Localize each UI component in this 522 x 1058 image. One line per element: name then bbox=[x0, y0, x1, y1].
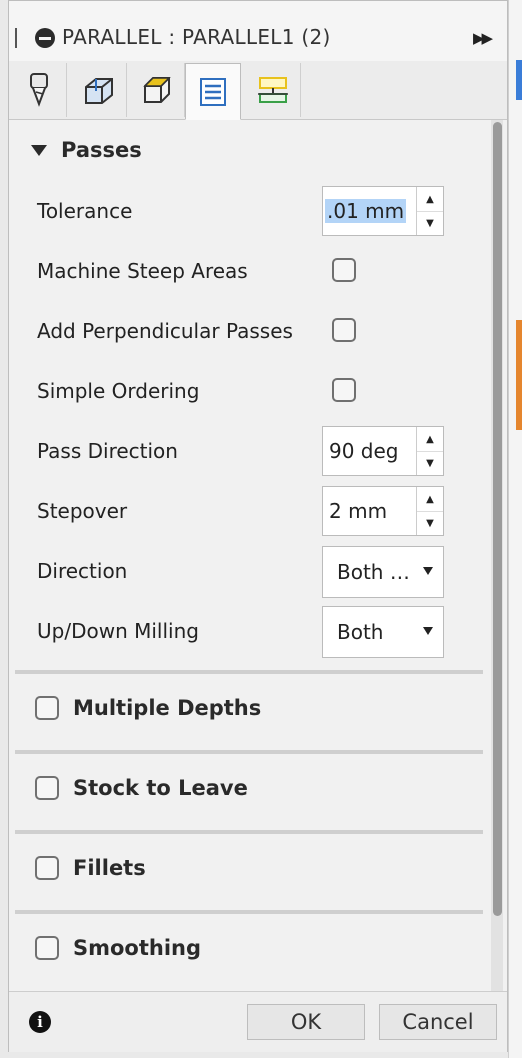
add-perpendicular-label: Add Perpendicular Passes bbox=[37, 319, 293, 343]
section-divider bbox=[15, 830, 483, 834]
geometry-icon bbox=[84, 78, 113, 104]
direction-value: Both ways bbox=[337, 560, 425, 584]
stepover-stepper: ▲ ▼ bbox=[416, 487, 443, 535]
tool-icon bbox=[29, 73, 48, 107]
tab-linking[interactable] bbox=[245, 63, 301, 117]
multiple-depths-label: Multiple Depths bbox=[73, 696, 262, 720]
pass-direction-label: Pass Direction bbox=[37, 439, 178, 463]
increment-arrow-icon[interactable]: ▲ bbox=[417, 427, 443, 452]
operation-tabs bbox=[9, 61, 507, 120]
tolerance-input[interactable]: .01 mm bbox=[325, 199, 407, 223]
tolerance-stepper: ▲ ▼ bbox=[416, 187, 443, 235]
updown-milling-row: Up/Down Milling Both bbox=[37, 606, 457, 658]
tolerance-label: Tolerance bbox=[37, 199, 133, 223]
heights-icon bbox=[142, 77, 171, 103]
collapse-triangle-icon[interactable] bbox=[31, 144, 47, 156]
direction-row: Direction Both ways bbox=[37, 546, 457, 598]
pass-direction-input[interactable]: 90 deg bbox=[329, 439, 399, 463]
pass-direction-row: Pass Direction 90 deg ▲ ▼ bbox=[37, 426, 457, 476]
stepover-spinbox[interactable]: 2 mm ▲ ▼ bbox=[322, 486, 444, 536]
increment-arrow-icon[interactable]: ▲ bbox=[417, 187, 443, 212]
stepover-label: Stepover bbox=[37, 499, 128, 523]
direction-label: Direction bbox=[37, 559, 128, 583]
smoothing-label: Smoothing bbox=[73, 936, 202, 960]
updown-milling-value: Both bbox=[337, 620, 384, 644]
tab-tool[interactable] bbox=[11, 63, 67, 117]
section-divider bbox=[15, 750, 483, 754]
dialog-title: PARALLEL : PARALLEL1 (2) bbox=[62, 25, 331, 49]
decrement-arrow-icon[interactable]: ▼ bbox=[417, 211, 443, 235]
multiple-depths-group[interactable]: Multiple Depths bbox=[35, 696, 261, 720]
increment-arrow-icon[interactable]: ▲ bbox=[417, 487, 443, 512]
background-accent-blue bbox=[516, 60, 522, 100]
pass-direction-spinbox[interactable]: 90 deg ▲ ▼ bbox=[322, 426, 444, 476]
dialog-footer: i OK Cancel bbox=[9, 991, 507, 1052]
fillets-label: Fillets bbox=[73, 856, 146, 880]
direction-select[interactable]: Both ways bbox=[322, 546, 444, 598]
add-perpendicular-checkbox[interactable] bbox=[332, 318, 356, 342]
parallel-dialog: PARALLEL : PARALLEL1 (2) ▶▶ Passes Toler… bbox=[8, 0, 508, 1052]
passes-icon bbox=[200, 77, 226, 106]
background-window-edge bbox=[508, 0, 522, 1058]
pass-direction-stepper: ▲ ▼ bbox=[416, 427, 443, 475]
passes-section-header[interactable]: Passes bbox=[29, 138, 142, 162]
section-divider bbox=[15, 910, 483, 914]
simple-ordering-checkbox[interactable] bbox=[332, 378, 356, 402]
fillets-checkbox[interactable] bbox=[35, 856, 59, 880]
stop-icon bbox=[35, 28, 55, 48]
dropdown-arrow-icon bbox=[423, 627, 433, 635]
tab-heights[interactable] bbox=[129, 63, 185, 117]
machine-steep-row: Machine Steep Areas bbox=[37, 246, 457, 296]
tolerance-spinbox[interactable]: .01 mm ▲ ▼ bbox=[322, 186, 444, 236]
section-divider bbox=[15, 670, 483, 674]
dropdown-arrow-icon bbox=[423, 567, 433, 575]
background-accent-orange bbox=[516, 320, 522, 430]
tab-geometry[interactable] bbox=[71, 63, 127, 117]
scrollbar-thumb[interactable] bbox=[493, 122, 502, 916]
ok-button[interactable]: OK bbox=[247, 1004, 365, 1040]
simple-ordering-label: Simple Ordering bbox=[37, 379, 200, 403]
updown-milling-select[interactable]: Both bbox=[322, 606, 444, 658]
drag-grip-icon[interactable] bbox=[15, 28, 17, 48]
stock-to-leave-label: Stock to Leave bbox=[73, 776, 248, 800]
tolerance-row: Tolerance .01 mm ▲ ▼ bbox=[37, 186, 457, 236]
dialog-titlebar[interactable]: PARALLEL : PARALLEL1 (2) ▶▶ bbox=[9, 1, 507, 62]
stock-to-leave-group[interactable]: Stock to Leave bbox=[35, 776, 248, 800]
passes-header-label: Passes bbox=[61, 138, 142, 162]
decrement-arrow-icon[interactable]: ▼ bbox=[417, 451, 443, 475]
parameters-panel[interactable]: Passes Tolerance .01 mm ▲ ▼ Machine Stee… bbox=[9, 120, 507, 991]
tab-passes[interactable] bbox=[185, 63, 241, 120]
simple-ordering-row: Simple Ordering bbox=[37, 366, 457, 416]
multiple-depths-checkbox[interactable] bbox=[35, 696, 59, 720]
machine-steep-label: Machine Steep Areas bbox=[37, 259, 248, 283]
cancel-button[interactable]: Cancel bbox=[379, 1004, 497, 1040]
smoothing-group[interactable]: Smoothing bbox=[35, 936, 201, 960]
expand-icon[interactable]: ▶▶ bbox=[473, 27, 499, 49]
fillets-group[interactable]: Fillets bbox=[35, 856, 146, 880]
stock-to-leave-checkbox[interactable] bbox=[35, 776, 59, 800]
machine-steep-checkbox[interactable] bbox=[332, 258, 356, 282]
stepover-row: Stepover 2 mm ▲ ▼ bbox=[37, 486, 457, 536]
smoothing-checkbox[interactable] bbox=[35, 936, 59, 960]
info-icon[interactable]: i bbox=[29, 1011, 51, 1033]
updown-milling-label: Up/Down Milling bbox=[37, 619, 199, 643]
stepover-input[interactable]: 2 mm bbox=[329, 499, 387, 523]
add-perpendicular-row: Add Perpendicular Passes bbox=[37, 306, 457, 356]
decrement-arrow-icon[interactable]: ▼ bbox=[417, 511, 443, 535]
linking-icon bbox=[257, 77, 288, 103]
